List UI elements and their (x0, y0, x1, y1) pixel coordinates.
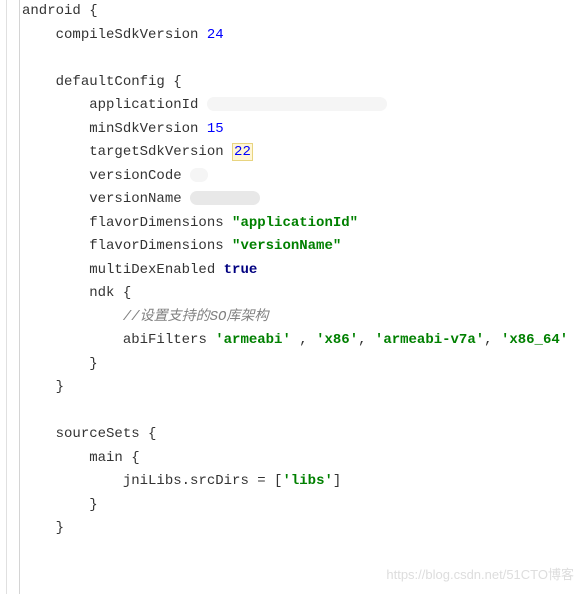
token: compileSdkVersion (56, 27, 207, 43)
string-literal: 'x86_64' (501, 332, 568, 348)
string-literal: "applicationId" (232, 215, 358, 231)
code-area[interactable]: android { compileSdkVersion 24 defaultCo… (20, 0, 586, 594)
token: flavorDimensions (89, 238, 232, 254)
code-line: flavorDimensions "versionName" (22, 235, 584, 259)
number-literal: 15 (207, 121, 224, 137)
redacted-region (207, 97, 387, 111)
code-line-blank (22, 47, 584, 71)
token: main { (89, 450, 139, 466)
string-literal: 'armeabi' (215, 332, 291, 348)
code-line: versionCode (22, 165, 584, 189)
token: multiDexEnabled (89, 262, 223, 278)
code-line: } (22, 353, 584, 377)
token: ndk { (89, 285, 131, 301)
code-line: multiDexEnabled true (22, 259, 584, 283)
string-literal: 'armeabi-v7a' (375, 332, 484, 348)
redacted-region (190, 191, 260, 205)
brace-close: } (89, 356, 97, 372)
code-line: } (22, 517, 584, 541)
code-editor[interactable]: android { compileSdkVersion 24 defaultCo… (0, 0, 586, 594)
token: flavorDimensions (89, 215, 232, 231)
code-line: main { (22, 447, 584, 471)
number-literal-highlighted: 22 (232, 143, 253, 161)
token: jniLibs.srcDirs = [ (123, 473, 283, 489)
code-line: targetSdkVersion 22 (22, 141, 584, 165)
token: versionName (89, 191, 190, 207)
token: android { (22, 3, 98, 19)
string-literal: "versionName" (232, 238, 341, 254)
code-line: } (22, 376, 584, 400)
redacted-region (190, 168, 208, 182)
code-line: android { (22, 0, 584, 24)
comment: //设置支持的SO库架构 (123, 309, 269, 325)
keyword: true (224, 262, 258, 278)
code-line: sourceSets { (22, 423, 584, 447)
code-line: jniLibs.srcDirs = ['libs'] (22, 470, 584, 494)
token: sourceSets { (56, 426, 157, 442)
code-line: } (22, 494, 584, 518)
token: versionCode (89, 168, 190, 184)
code-line: abiFilters 'armeabi' , 'x86', 'armeabi-v… (22, 329, 584, 353)
token: targetSdkVersion (89, 144, 232, 160)
code-line: //设置支持的SO库架构 (22, 306, 584, 330)
brace-close: } (56, 379, 64, 395)
code-line: minSdkVersion 15 (22, 118, 584, 142)
code-line: compileSdkVersion 24 (22, 24, 584, 48)
token: applicationId (89, 97, 207, 113)
code-line: versionName (22, 188, 584, 212)
code-line: ndk { (22, 282, 584, 306)
token: minSdkVersion (89, 121, 207, 137)
token: defaultConfig { (56, 74, 182, 90)
code-line: flavorDimensions "applicationId" (22, 212, 584, 236)
gutter (0, 0, 20, 594)
token: abiFilters (123, 332, 215, 348)
string-literal: 'libs' (282, 473, 332, 489)
code-line-blank (22, 400, 584, 424)
number-literal: 24 (207, 27, 224, 43)
brace-close: } (56, 520, 64, 536)
brace-close: } (89, 497, 97, 513)
code-line: defaultConfig { (22, 71, 584, 95)
string-literal: 'x86' (316, 332, 358, 348)
code-line: applicationId (22, 94, 584, 118)
